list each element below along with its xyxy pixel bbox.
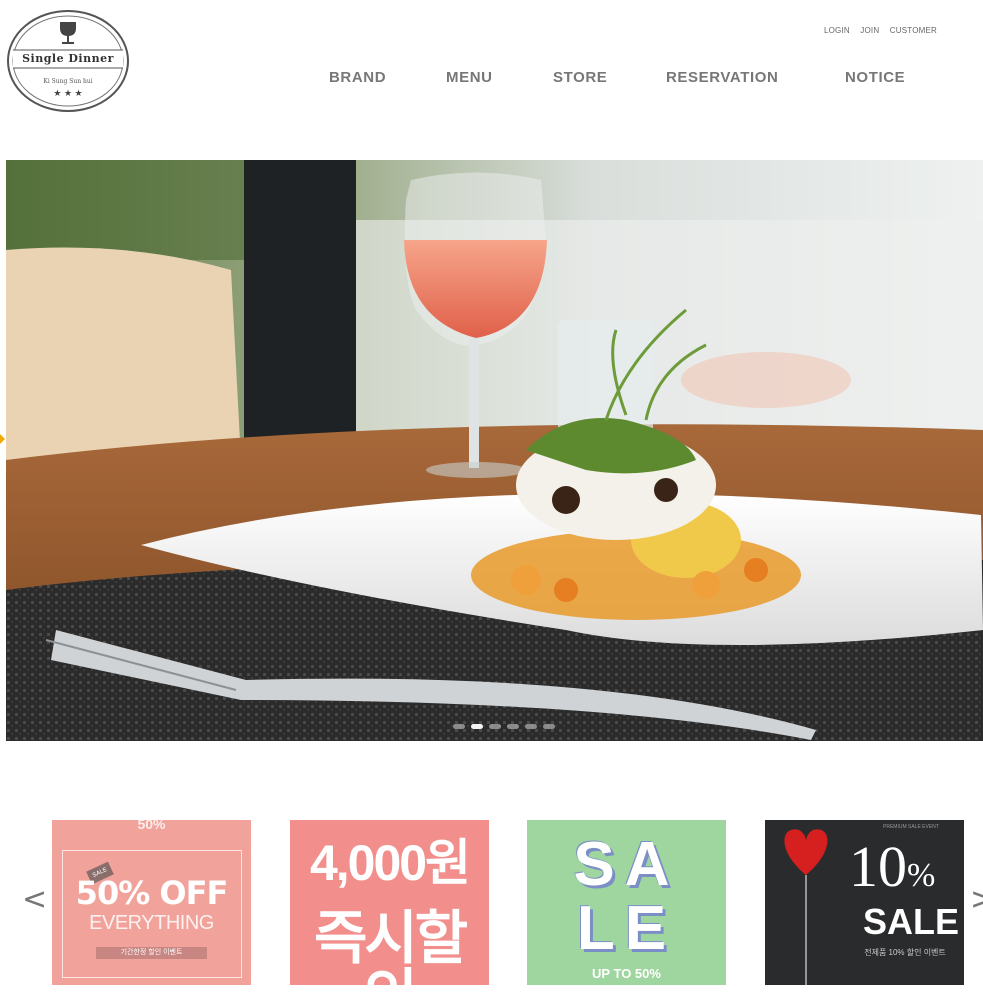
chevron-left-icon[interactable]: < xyxy=(22,885,47,915)
promo-note: 기간한정 할인 이벤트 xyxy=(96,947,207,959)
promo-card-10-sale[interactable]: PREMIUM SALE EVENT 10% SALE 전제품 10% 할인 이… xyxy=(765,820,964,985)
promo-headline-line2: LE xyxy=(576,894,677,963)
slider-dot[interactable] xyxy=(507,724,519,729)
promo-headline: SA xyxy=(573,830,680,899)
slider-dot[interactable] xyxy=(489,724,501,729)
promo-subheadline: SALE xyxy=(863,901,960,942)
slider-dot[interactable] xyxy=(525,724,537,729)
slider-dot[interactable] xyxy=(453,724,465,729)
login-link[interactable]: LOGIN xyxy=(824,26,850,35)
hero-image xyxy=(6,160,983,741)
nav-store[interactable]: STORE xyxy=(553,69,607,86)
brand-name: Single Dinner xyxy=(22,52,114,65)
promo-subheadline: UP TO 50% xyxy=(592,966,661,981)
chevron-right-icon[interactable]: > xyxy=(970,885,983,915)
promo-card-label: PREMIUM SALE EVENT xyxy=(883,824,939,830)
join-link[interactable]: JOIN xyxy=(860,26,879,35)
customer-link[interactable]: CUSTOMER xyxy=(890,26,937,35)
utility-nav: LOGIN JOIN CUSTOMER xyxy=(816,26,937,35)
promo-headline: 50% OFF xyxy=(75,874,229,912)
heart-balloon-icon xyxy=(784,829,828,985)
nav-menu[interactable]: MENU xyxy=(446,69,493,86)
promo-note: 전제품 10% 할인 이벤트 xyxy=(864,948,946,957)
main-nav: BRAND MENU STORE RESERVATION NOTICE xyxy=(0,69,983,89)
brand-stars: ★ ★ ★ xyxy=(53,88,83,98)
caret-right-icon[interactable] xyxy=(0,428,5,450)
promo-subheadline: 즉시할인 xyxy=(313,906,468,986)
promo-headline: 10% xyxy=(849,838,935,896)
nav-brand[interactable]: BRAND xyxy=(329,69,386,86)
promo-percent-value: 10 xyxy=(849,834,907,899)
hero-slider[interactable] xyxy=(6,160,983,741)
slider-dot-active[interactable] xyxy=(471,724,483,729)
nav-notice[interactable]: NOTICE xyxy=(845,69,905,86)
nav-reservation[interactable]: RESERVATION xyxy=(666,69,778,86)
slider-dot[interactable] xyxy=(543,724,555,729)
promo-subheadline: EVERYTHING xyxy=(89,912,214,934)
promo-card-50-off[interactable]: 50% SALE 50% OFF EVERYTHING 기간한정 할인 이벤트 xyxy=(52,820,251,985)
site-header: Single Dinner Ki Sung Sun hui ★ ★ ★ LOGI… xyxy=(0,0,983,160)
brand-logo[interactable]: Single Dinner Ki Sung Sun hui ★ ★ ★ xyxy=(5,8,131,114)
promo-card-4000-won[interactable]: 4,000원 즉시할인 xyxy=(290,820,489,985)
promo-headline: 4,000원 xyxy=(309,835,471,891)
slider-pagination xyxy=(453,724,555,729)
promo-card-label: 50% xyxy=(137,820,166,832)
promo-card-sale[interactable]: SA LE UP TO 50% xyxy=(527,820,726,985)
percent-sign: % xyxy=(907,857,936,894)
